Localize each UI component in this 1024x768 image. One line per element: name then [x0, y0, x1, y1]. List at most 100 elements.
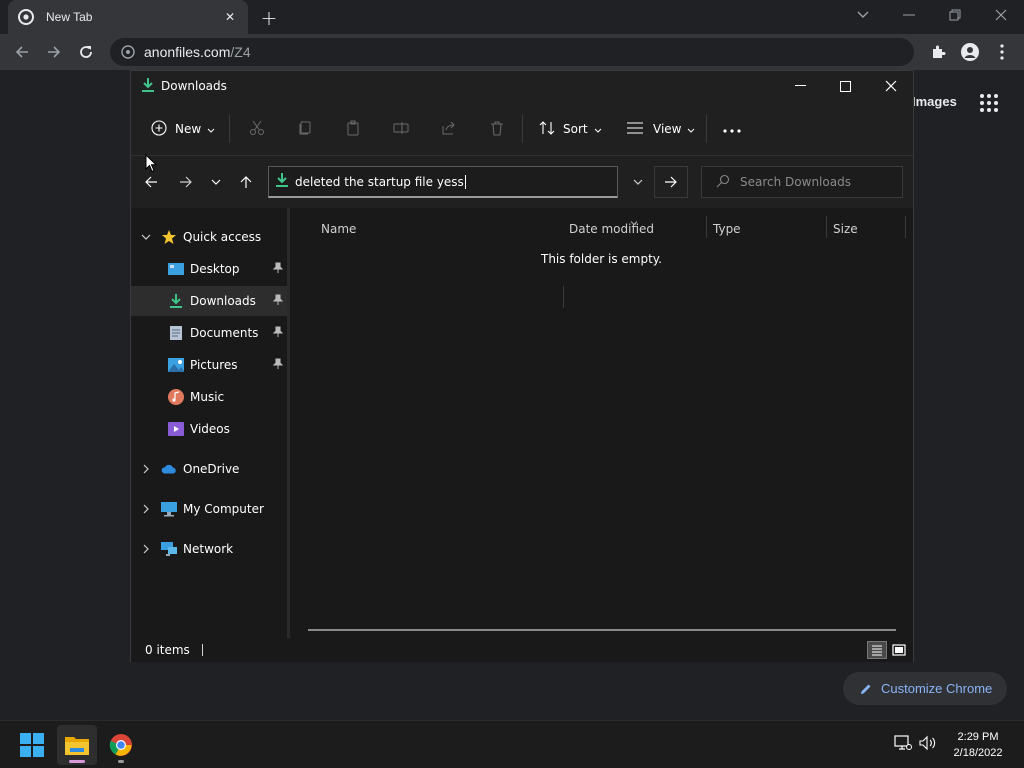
active-app-indicator: [69, 760, 85, 763]
rename-icon: [393, 120, 409, 139]
cut-button[interactable]: [249, 118, 265, 140]
sort-indicator-icon: [630, 214, 638, 228]
delete-button[interactable]: [489, 118, 505, 140]
sidebar-item-videos[interactable]: Videos: [131, 414, 287, 444]
details-view-icon[interactable]: [867, 641, 887, 659]
horizontal-scrollbar[interactable]: [308, 629, 896, 631]
explorer-navigation-bar: deleted the startup file yess: [131, 156, 913, 208]
forward-arrow-icon[interactable]: [43, 41, 65, 63]
sidebar-item-label: Network: [183, 542, 234, 556]
search-downloads-box[interactable]: [701, 166, 903, 198]
sidebar-item-documents[interactable]: Documents: [131, 318, 287, 348]
site-info-icon[interactable]: [120, 44, 136, 60]
sidebar-item-quick-access[interactable]: Quick access: [131, 222, 287, 252]
column-separator[interactable]: [706, 216, 707, 238]
column-header-type[interactable]: Type: [713, 216, 825, 242]
chevron-down-icon[interactable]: [139, 234, 153, 240]
address-bar-input[interactable]: deleted the startup file yess: [268, 166, 618, 198]
large-icons-view-icon[interactable]: [889, 641, 909, 659]
volume-icon[interactable]: [919, 735, 937, 751]
tab-search-icon[interactable]: [850, 4, 876, 26]
close-tab-icon[interactable]: ✕: [222, 9, 238, 25]
column-header-label: Type: [713, 222, 741, 236]
separator: [522, 115, 523, 143]
file-list-area[interactable]: Name Date modified Type Size This folder…: [290, 208, 913, 638]
downloads-icon: [141, 77, 155, 96]
separator: [229, 115, 230, 143]
sidebar-item-network[interactable]: Network: [131, 534, 287, 564]
minimize-icon[interactable]: [896, 4, 922, 26]
new-button[interactable]: New: [151, 118, 215, 140]
scissors-icon: [249, 120, 265, 139]
chrome-favicon-icon: [18, 9, 34, 25]
chevron-right-icon[interactable]: [139, 464, 153, 474]
column-header-size[interactable]: Size: [833, 216, 903, 242]
network-tray-icon[interactable]: [894, 735, 912, 751]
chevron-down-icon: [207, 122, 215, 136]
chevron-right-icon[interactable]: [139, 504, 153, 514]
omnibox[interactable]: anonfiles.com/Z4: [110, 38, 914, 66]
back-arrow-icon[interactable]: [11, 41, 33, 63]
running-app-indicator: [118, 760, 124, 763]
column-header-label: Size: [833, 222, 858, 236]
clock-time: 2:29 PM: [957, 731, 999, 743]
minimize-icon[interactable]: [785, 75, 815, 97]
paste-button[interactable]: [345, 118, 361, 140]
sidebar-item-music[interactable]: Music: [131, 382, 287, 412]
sidebar-item-label: Downloads: [190, 294, 256, 308]
clock-date: 2/18/2022: [953, 747, 1003, 759]
share-button[interactable]: [441, 118, 457, 140]
recent-locations-chevron-icon[interactable]: [206, 172, 226, 192]
pencil-icon: [859, 682, 873, 696]
extensions-puzzle-icon[interactable]: [927, 41, 949, 63]
sidebar-item-onedrive[interactable]: OneDrive: [131, 454, 287, 484]
google-apps-icon[interactable]: [980, 94, 1000, 112]
customize-chrome-label: Customize Chrome: [881, 681, 993, 696]
rename-button[interactable]: [393, 118, 409, 140]
sidebar-item-downloads[interactable]: Downloads: [131, 286, 287, 316]
restore-icon[interactable]: [942, 4, 968, 26]
pictures-icon: [168, 357, 184, 373]
images-link[interactable]: Images: [912, 94, 957, 109]
view-button[interactable]: View: [627, 118, 695, 140]
start-button[interactable]: [12, 725, 52, 765]
up-arrow-icon[interactable]: [236, 172, 256, 192]
taskbar-chrome[interactable]: [101, 725, 141, 765]
trash-icon: [489, 120, 505, 139]
go-arrow-icon[interactable]: [654, 166, 688, 198]
more-options-button[interactable]: [723, 118, 741, 140]
sort-button[interactable]: Sort: [539, 118, 602, 140]
close-window-icon[interactable]: [876, 75, 906, 97]
profile-avatar-icon[interactable]: [959, 41, 981, 63]
windows-taskbar: 2:29 PM 2/18/2022: [0, 720, 1024, 768]
column-separator[interactable]: [826, 216, 827, 238]
copy-button[interactable]: [297, 118, 313, 140]
url-host: anonfiles.com: [144, 44, 231, 60]
customize-chrome-button[interactable]: Customize Chrome: [843, 672, 1007, 705]
maximize-icon[interactable]: [830, 75, 860, 97]
sidebar-item-label: OneDrive: [183, 462, 240, 476]
search-downloads-input[interactable]: [740, 175, 900, 189]
column-separator[interactable]: [905, 216, 906, 238]
system-clock[interactable]: 2:29 PM 2/18/2022: [946, 729, 1010, 761]
tab-new-tab[interactable]: New Tab ✕: [8, 0, 248, 34]
address-history-chevron-icon[interactable]: [622, 166, 654, 198]
sidebar-item-my-computer[interactable]: My Computer: [131, 494, 287, 524]
reload-icon[interactable]: [75, 41, 97, 63]
view-lines-icon: [627, 121, 643, 137]
chevron-right-icon[interactable]: [139, 544, 153, 554]
new-label: New: [175, 122, 202, 136]
windows-logo-icon: [20, 733, 44, 757]
taskbar-file-explorer[interactable]: [57, 725, 97, 765]
forward-arrow-icon[interactable]: [176, 172, 196, 192]
sidebar-item-desktop[interactable]: Desktop: [131, 254, 287, 284]
column-header-name[interactable]: Name: [321, 216, 561, 242]
chrome-menu-icon[interactable]: [991, 41, 1013, 63]
close-window-icon[interactable]: [988, 4, 1014, 26]
view-label: View: [653, 122, 682, 136]
file-explorer-window: Downloads New Sort View deleted the star…: [130, 70, 914, 662]
folder-icon: [65, 737, 89, 755]
column-separator[interactable]: [563, 286, 564, 308]
new-tab-button[interactable]: +: [258, 6, 280, 30]
sidebar-item-pictures[interactable]: Pictures: [131, 350, 287, 380]
